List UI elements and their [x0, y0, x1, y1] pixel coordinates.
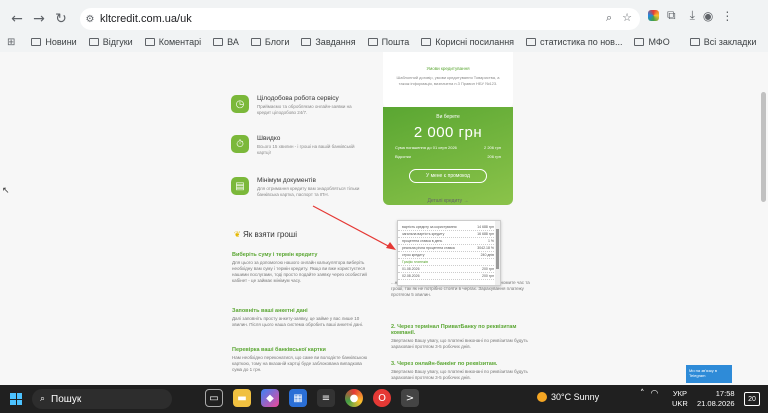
address-bar[interactable]: ⚙ kltcredit.com.ua/uk ⌕ ☆: [80, 8, 640, 30]
folder-icon: [421, 38, 432, 46]
notification-badge[interactable]: 20: [744, 392, 760, 406]
chevron-up-icon[interactable]: ˄: [640, 389, 645, 399]
task-view-icon[interactable]: ▭: [205, 389, 223, 407]
folder-icon: [213, 38, 224, 46]
wifi-icon[interactable]: ◠: [651, 389, 659, 399]
bookmark-useful-links[interactable]: Корисні посилання: [421, 37, 514, 47]
bookmark-blogs[interactable]: Блоги: [250, 37, 289, 47]
folder-icon: [88, 38, 99, 46]
folder-icon: [144, 38, 155, 46]
folder-icon: [301, 38, 312, 46]
taskbar-search[interactable]: ⌕ Пошук: [32, 389, 172, 409]
windows-taskbar: ⌕ Пошук ▭ ▬ ◆ ▦ ≡ ● O > 30°C Sunny ˄ ◠ У…: [0, 385, 768, 413]
red-annotation-arrow: [312, 205, 396, 250]
bookmark-comments[interactable]: Коментарі: [144, 37, 201, 47]
folder-icon: [689, 38, 700, 46]
bookmark-mfo[interactable]: МФО: [634, 37, 670, 47]
telegram-chat-widget[interactable]: Ми на зв'язку в Telegram: [686, 365, 732, 383]
profile-icon[interactable]: ◉: [703, 9, 713, 23]
back-icon[interactable]: ←: [6, 8, 28, 30]
folder-icon: [250, 38, 261, 46]
folder-icon: [634, 38, 645, 46]
bookmark-statistics[interactable]: статистика по нов...: [526, 37, 622, 47]
zoom-icon[interactable]: ⌕: [606, 11, 612, 25]
weather-widget[interactable]: 30°C Sunny: [537, 392, 599, 402]
browser-chrome: ← → ↻ ⚙ kltcredit.com.ua/uk ⌕ ☆ ⧉ ⤓ ◉ ⋮ …: [0, 0, 768, 52]
store-icon[interactable]: ▦: [289, 389, 307, 407]
web-page: ↖ ◷ Цілодобова робота сервісу Приймаємо …: [0, 52, 768, 385]
vscode-icon[interactable]: ≡: [317, 389, 335, 407]
taskbar-clock[interactable]: 17:58 21.08.2026: [697, 389, 735, 409]
bookmark-star-icon[interactable]: ☆: [622, 11, 632, 25]
bookmarks-bar: ⊞ Новини Відгуки Коментарі ВА Блоги Завд…: [0, 33, 768, 51]
opera-icon[interactable]: O: [373, 389, 391, 407]
bookmark-news[interactable]: Новини: [31, 37, 77, 47]
copilot-icon[interactable]: ◆: [261, 389, 279, 407]
browser-toolbar: ← → ↻ ⚙ kltcredit.com.ua/uk ⌕ ☆ ⧉ ⤓ ◉ ⋮: [0, 6, 768, 32]
bookmark-va[interactable]: ВА: [213, 37, 239, 47]
bookmark-tasks[interactable]: Завдання: [301, 37, 356, 47]
folder-icon: [526, 38, 537, 46]
bookmark-reviews[interactable]: Відгуки: [88, 37, 133, 47]
reload-icon[interactable]: ↻: [50, 8, 72, 30]
chrome-icon[interactable]: ●: [345, 389, 363, 407]
bookmark-mail[interactable]: Пошта: [367, 37, 409, 47]
menu-icon[interactable]: ⋮: [721, 9, 733, 23]
file-explorer-icon[interactable]: ▬: [233, 389, 251, 407]
all-bookmarks[interactable]: Всі закладки: [689, 37, 756, 47]
system-tray: ˄ ◠: [640, 389, 658, 399]
folder-icon: [31, 38, 42, 46]
taskbar-apps: ▭ ▬ ◆ ▦ ≡ ● O >: [205, 389, 419, 407]
url-text: kltcredit.com.ua/uk: [100, 13, 192, 25]
extensions-icon[interactable]: ⧉: [667, 8, 676, 23]
color-extension-icon[interactable]: [648, 10, 659, 21]
terminal-icon[interactable]: >: [401, 389, 419, 407]
site-info-icon[interactable]: ⚙: [80, 14, 100, 25]
download-icon[interactable]: ⤓: [690, 8, 695, 23]
forward-icon[interactable]: →: [28, 8, 50, 30]
folder-icon: [367, 38, 378, 46]
sun-icon: [537, 392, 547, 402]
windows-start-icon[interactable]: [10, 393, 22, 405]
search-icon: ⌕: [40, 394, 46, 404]
language-indicator[interactable]: УКР UKR: [672, 389, 688, 409]
apps-grid-icon[interactable]: ⊞: [7, 37, 15, 48]
